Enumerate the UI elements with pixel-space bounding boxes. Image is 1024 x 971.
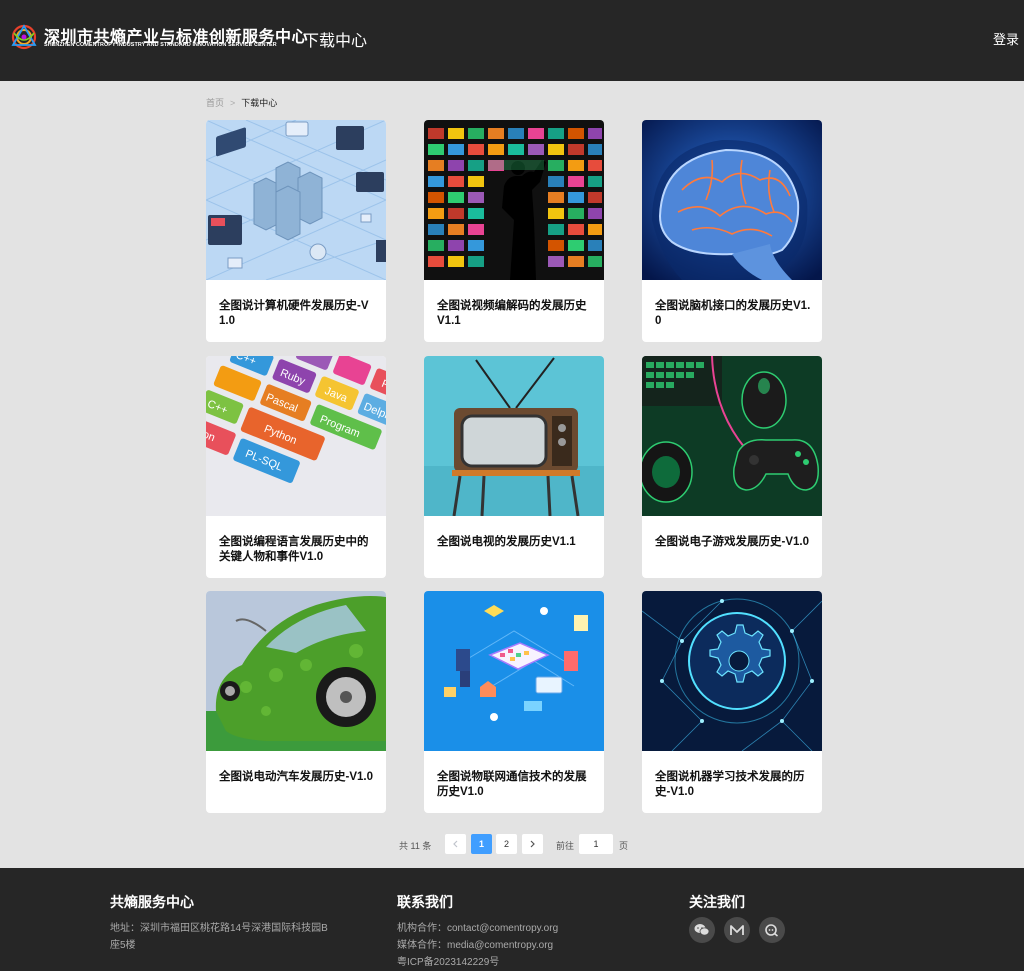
breadcrumb: 首页 > 下载中心	[206, 96, 277, 109]
chevron-right-icon	[530, 840, 535, 848]
pagination-total: 共 11 条	[399, 841, 432, 851]
wechat-button[interactable]	[689, 917, 715, 943]
card-title: 全图说电视的发展历史V1.1	[437, 536, 576, 548]
breadcrumb-separator: >	[230, 98, 236, 108]
footer-about-title: 共熵服务中心	[110, 894, 194, 910]
card-thumbnail	[206, 591, 386, 751]
footer-contact-title: 联系我们	[397, 894, 453, 910]
card-thumbnail	[424, 591, 604, 751]
footer-icp[interactable]: 粤ICP备2023142229号	[397, 954, 637, 971]
bilibili-icon	[730, 925, 744, 935]
download-card[interactable]: 全图说电视的发展历史V1.1	[424, 356, 604, 578]
card-title: 全图说电动汽车发展历史-V1.0	[219, 771, 373, 783]
pagination: 共 11 条 1 2 前往 页	[0, 834, 1024, 854]
card-thumbnail	[642, 356, 822, 516]
gaming-gear-image	[642, 356, 822, 516]
page-button-1[interactable]: 1	[471, 834, 492, 854]
download-card[interactable]: 全图说视频编解码的发展历史V1.1	[424, 120, 604, 342]
network-gear-image	[642, 591, 822, 751]
card-title: 全图说编程语言发展历史中的关键人物和事件V1.0	[219, 536, 369, 563]
goto-label: 前往	[556, 841, 575, 851]
isometric-datacenter-image	[206, 120, 386, 280]
card-title: 全图说电子游戏发展历史-V1.0	[655, 536, 809, 548]
bilibili-button[interactable]	[724, 917, 750, 943]
download-card[interactable]: 全图说电动汽车发展历史-V1.0	[206, 591, 386, 813]
page-button-2[interactable]: 2	[496, 834, 517, 854]
footer-media-email[interactable]: 媒体合作：media@comentropy.org	[397, 937, 637, 954]
card-thumbnail	[206, 120, 386, 280]
download-card[interactable]: 全图说物联网通信技术的发展历史V1.0	[424, 591, 604, 813]
footer-follow: 关注我们	[689, 892, 889, 912]
footer-business-email[interactable]: 机构合作：contact@comentropy.org	[397, 920, 637, 937]
page-name: 下载中心	[303, 33, 368, 50]
card-thumbnail	[424, 356, 604, 516]
footer-about: 共熵服务中心 地址：深圳市福田区桃花路14号深港国际科技园B 座5楼	[110, 892, 350, 954]
footer-address-line1: 地址：深圳市福田区桃花路14号深港国际科技园B	[110, 923, 328, 934]
card-thumbnail	[424, 120, 604, 280]
goto-unit: 页	[619, 841, 629, 851]
download-card[interactable]: 全图说脑机接口的发展历史V1.0	[642, 120, 822, 342]
download-card[interactable]: 全图说机器学习技术发展的历史-V1.0	[642, 591, 822, 813]
chevron-left-icon	[453, 840, 458, 848]
download-card[interactable]: 全图说电子游戏发展历史-V1.0	[642, 356, 822, 578]
footer-contact: 联系我们 机构合作：contact@comentropy.org 媒体合作：me…	[397, 892, 637, 971]
programming-keyboard-image: Perl C++ Ruby Java Delphi Pascal Program…	[206, 356, 386, 516]
card-title: 全图说机器学习技术发展的历史-V1.0	[655, 771, 805, 798]
weibo-icon	[765, 924, 779, 937]
video-wall-image	[424, 120, 604, 280]
download-card[interactable]: 全图说计算机硬件发展历史-V1.0	[206, 120, 386, 342]
card-thumbnail	[642, 120, 822, 280]
site-footer: 共熵服务中心 地址：深圳市福田区桃花路14号深港国际科技园B 座5楼 联系我们 …	[0, 868, 1024, 971]
weibo-button[interactable]	[759, 917, 785, 943]
iot-isometric-image	[424, 591, 604, 751]
prev-page-button[interactable]	[445, 834, 466, 854]
footer-follow-title: 关注我们	[689, 894, 745, 910]
wechat-icon	[694, 924, 710, 936]
card-thumbnail	[642, 591, 822, 751]
org-name-en: SHENZHEN COMENTROPY INDUSTRY AND STANDAR…	[44, 42, 277, 48]
footer-address-line2: 座5楼	[110, 940, 136, 951]
breadcrumb-current: 下载中心	[241, 98, 278, 108]
next-page-button[interactable]	[522, 834, 543, 854]
card-title: 全图说脑机接口的发展历史V1.0	[655, 300, 811, 327]
breadcrumb-home-link[interactable]: 首页	[206, 98, 224, 108]
card-title: 全图说视频编解码的发展历史V1.1	[437, 300, 587, 327]
retro-tv-image	[424, 356, 604, 516]
goto-page-input[interactable]	[579, 834, 613, 854]
logo-icon[interactable]	[8, 21, 40, 53]
download-card[interactable]: Perl C++ Ruby Java Delphi Pascal Program…	[206, 356, 386, 578]
site-header: 深圳市共熵产业与标准创新服务中心 SHENZHEN COMENTROPY IND…	[0, 0, 1024, 81]
brain-image	[642, 120, 822, 280]
grass-car-image	[206, 591, 386, 751]
card-title: 全图说计算机硬件发展历史-V1.0	[219, 300, 369, 327]
card-thumbnail: Perl C++ Ruby Java Delphi Pascal Program…	[206, 356, 386, 516]
card-title: 全图说物联网通信技术的发展历史V1.0	[437, 771, 587, 798]
login-link[interactable]: 登录	[993, 29, 1019, 48]
